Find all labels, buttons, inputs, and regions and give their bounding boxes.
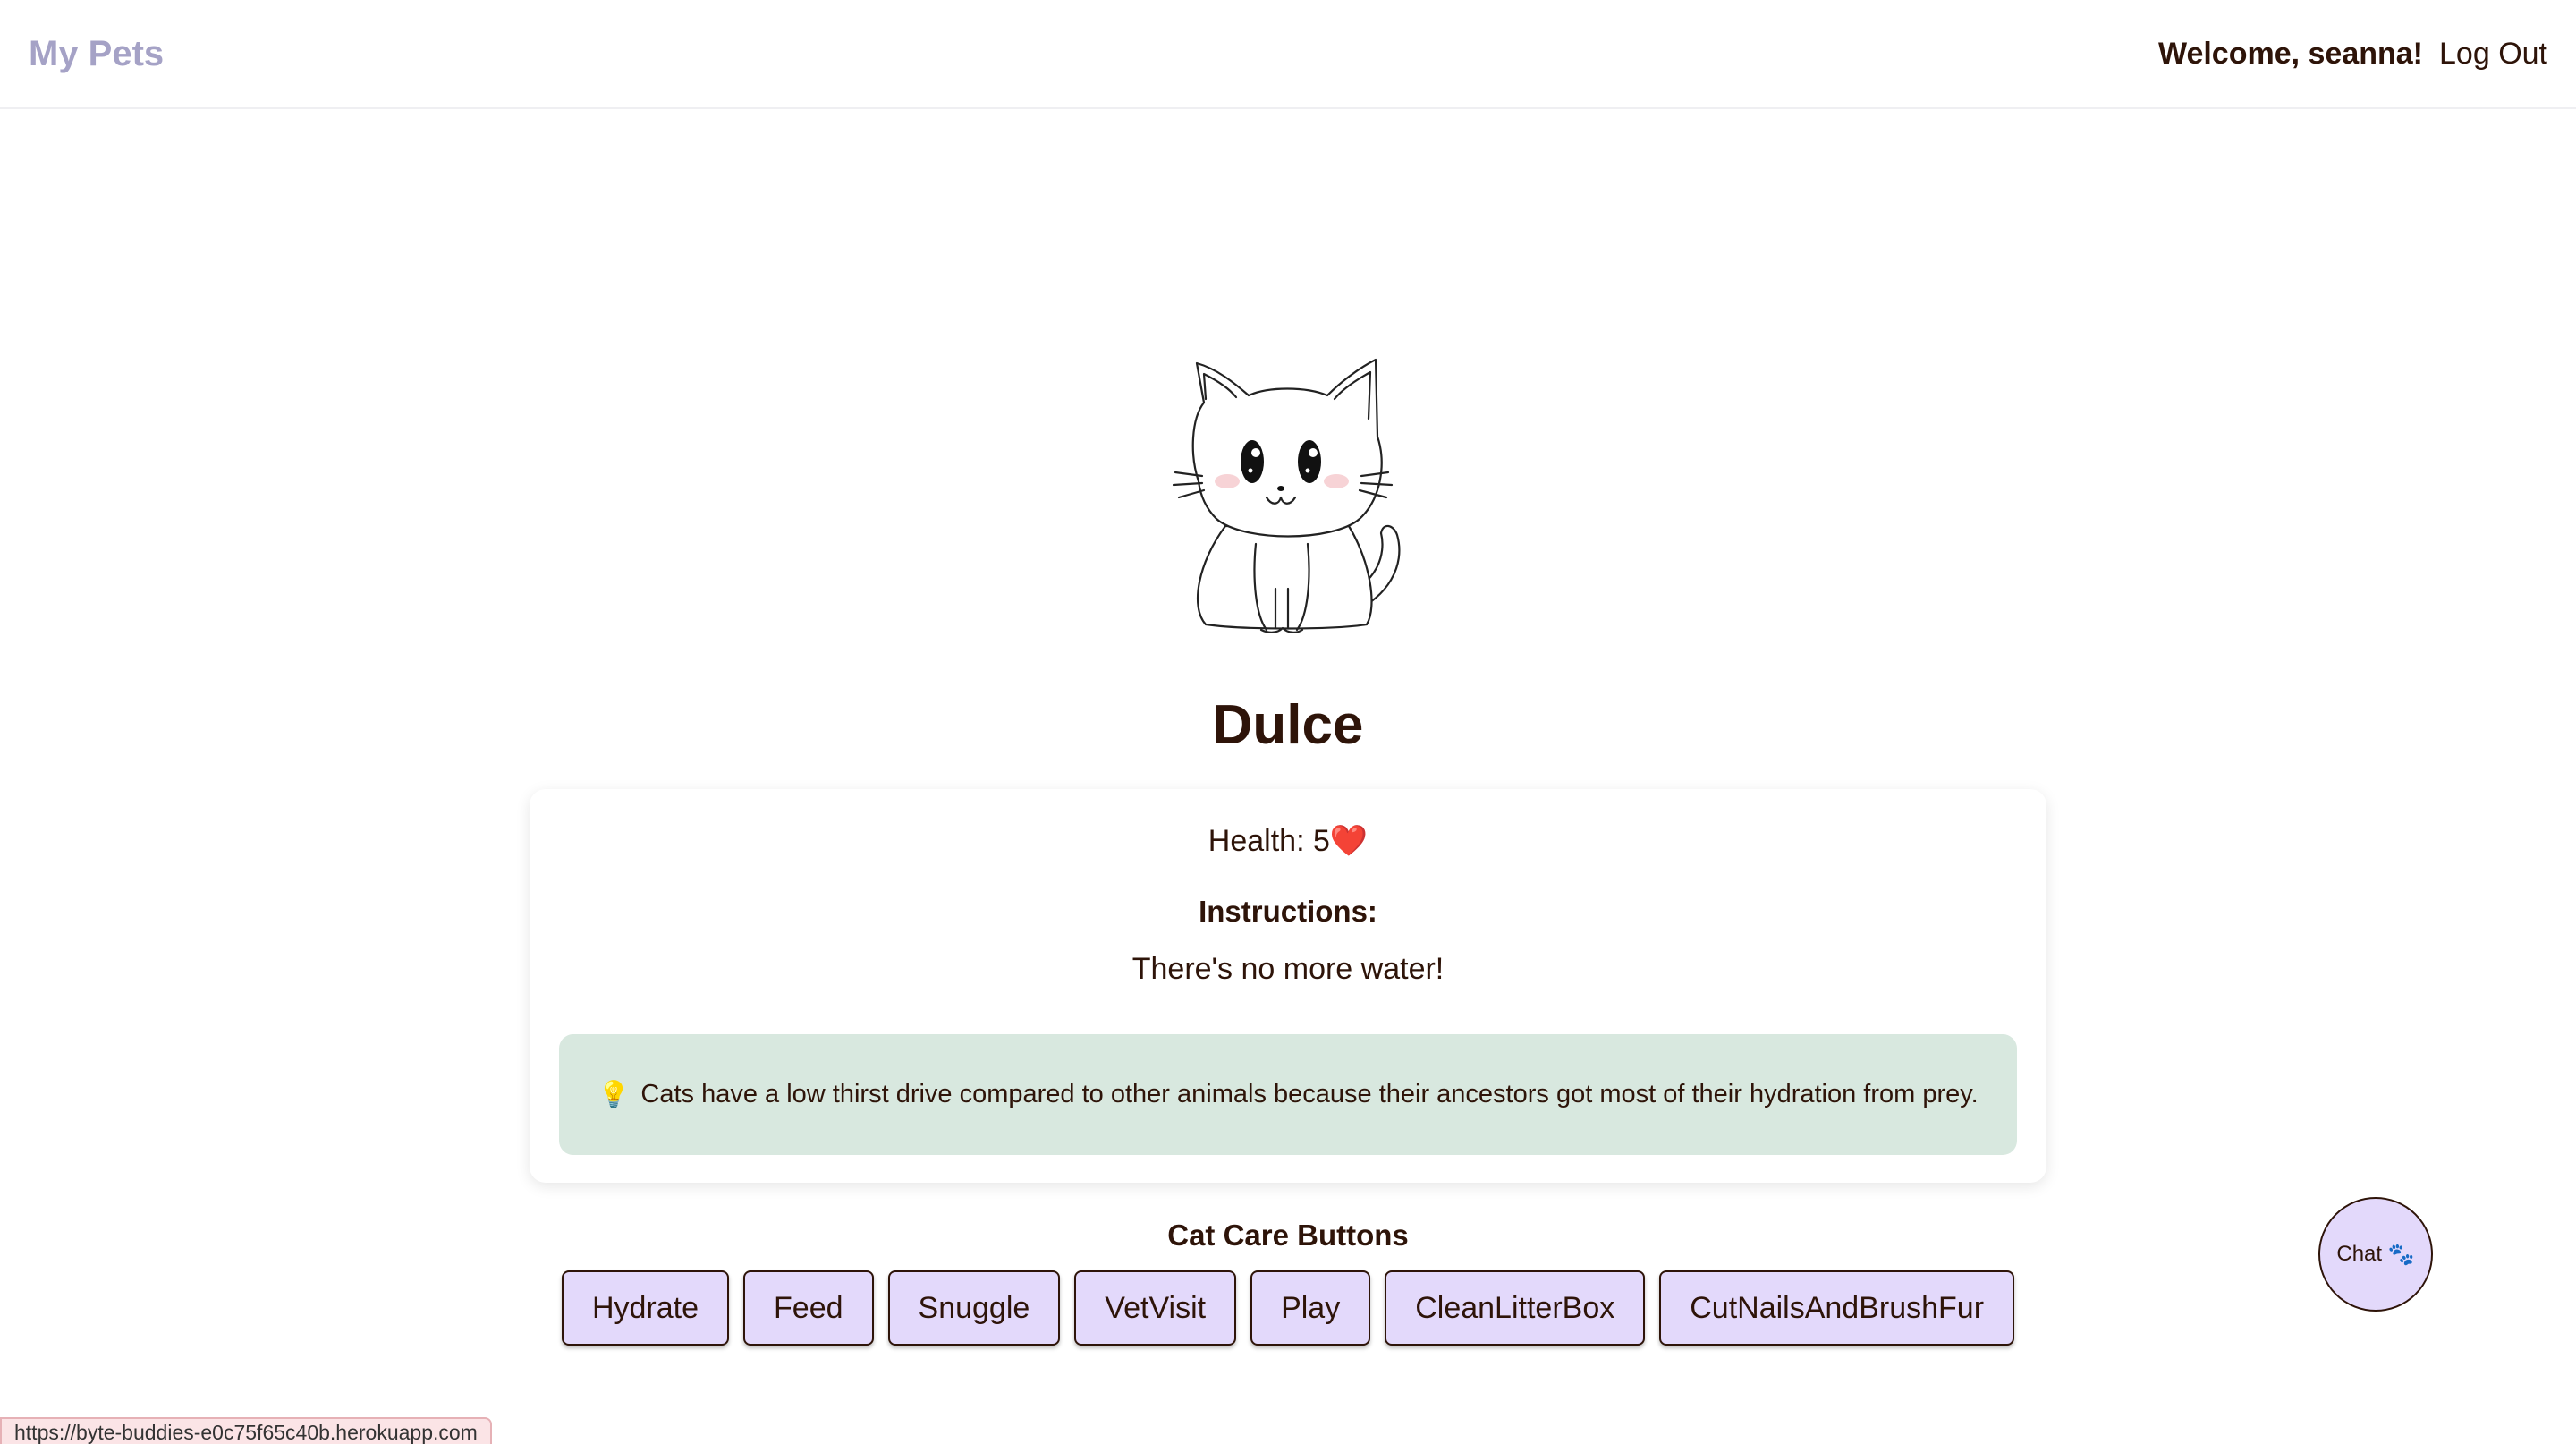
cut-nails-brush-fur-button[interactable]: CutNailsAndBrushFur bbox=[1659, 1270, 2015, 1346]
vet-visit-button[interactable]: VetVisit bbox=[1074, 1270, 1237, 1346]
nav-right: Welcome, seanna! Log Out bbox=[2158, 37, 2547, 72]
chat-button[interactable]: Chat 🐾 bbox=[2318, 1197, 2433, 1312]
clean-litter-box-button[interactable]: CleanLitterBox bbox=[1385, 1270, 1646, 1346]
care-buttons-title: Cat Care Buttons bbox=[1167, 1219, 1409, 1252]
feed-button[interactable]: Feed bbox=[743, 1270, 874, 1346]
cat-fact-text: Cats have a low thirst drive compared to… bbox=[640, 1080, 1979, 1108]
hydrate-button[interactable]: Hydrate bbox=[561, 1270, 730, 1346]
chat-label: Chat bbox=[2336, 1242, 2383, 1266]
top-navbar: My Pets Welcome, seanna! Log Out bbox=[0, 0, 2576, 109]
cat-illustration-icon bbox=[1163, 356, 1413, 635]
pet-status-card: Health: 5❤️ Instructions: There's no mor… bbox=[530, 789, 2046, 1183]
snuggle-button[interactable]: Snuggle bbox=[887, 1270, 1061, 1346]
play-button[interactable]: Play bbox=[1250, 1270, 1371, 1346]
heart-icon: ❤️ bbox=[1329, 824, 1368, 858]
paw-icon: 🐾 bbox=[2387, 1242, 2415, 1267]
lightbulb-icon: 💡 bbox=[597, 1080, 631, 1109]
health-stat: Health: 5❤️ bbox=[530, 823, 2046, 859]
instructions-heading: Instructions: bbox=[1199, 895, 1377, 928]
welcome-text: Welcome, seanna! bbox=[2157, 36, 2424, 71]
brand-link[interactable]: My Pets bbox=[29, 34, 164, 74]
instructions-text: There's no more water! bbox=[1131, 952, 1445, 986]
pet-name: Dulce bbox=[1212, 694, 1364, 756]
cat-fact-box: 💡 Cats have a low thirst drive compared … bbox=[559, 1034, 2017, 1155]
health-label: Health: 5 bbox=[1208, 824, 1330, 858]
care-buttons-row: Hydrate Feed Snuggle VetVisit Play Clean… bbox=[0, 1270, 2576, 1346]
logout-link[interactable]: Log Out bbox=[2439, 37, 2547, 72]
